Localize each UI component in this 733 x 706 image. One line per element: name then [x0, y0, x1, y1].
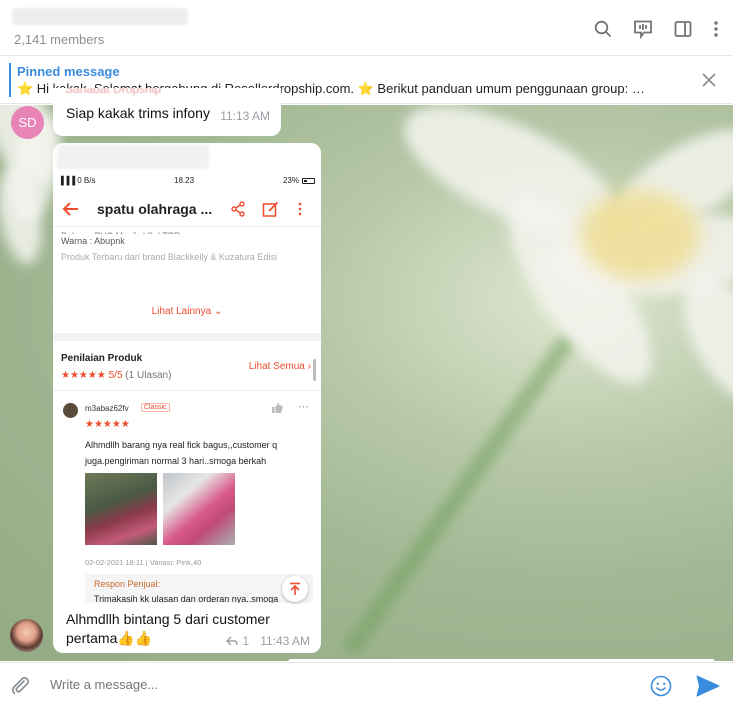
see-more-link: Lihat Lainnya ⌄ — [151, 306, 223, 317]
send-icon[interactable] — [696, 675, 720, 697]
message-composer — [0, 662, 733, 706]
rating-summary: ★★★★★ 5/5 (1 Ulasan) — [61, 370, 172, 381]
app-bar: spatu olahraga ... — [53, 191, 321, 227]
scroll-to-top-icon — [282, 576, 308, 602]
reviewer-badge: Classic — [141, 403, 170, 412]
section-divider — [53, 333, 321, 341]
sender-name-redacted[interactable] — [57, 145, 209, 169]
review-photo — [85, 473, 157, 545]
thumbs-up-icon — [272, 403, 283, 413]
star-icons: ★★★★★ — [61, 370, 106, 381]
reply-icon[interactable] — [225, 636, 238, 646]
member-count: 2,141 members — [14, 32, 105, 47]
edit-icon — [262, 201, 279, 217]
chat-header: 2,141 members — [0, 0, 733, 56]
review-stars: ★★★★★ — [85, 419, 130, 430]
pinned-title: Pinned message — [17, 64, 120, 79]
more-vertical-icon — [298, 202, 302, 216]
message-text: Siap kakak trims infony — [66, 105, 210, 121]
attached-screenshot[interactable]: ▐▐▐ 0 B/s 18.23 23% spatu olahraga ... B… — [53, 171, 321, 603]
product-title: spatu olahraga ... — [97, 201, 213, 217]
avatar[interactable]: SD — [11, 106, 44, 139]
message-time: 11:43 AM — [260, 634, 310, 648]
message-meta: 1 11:43 AM — [225, 634, 310, 648]
review-date: 02-02-2021 18:11 | Variasi: Pink,40 — [85, 558, 202, 567]
chevron-right-icon: › — [307, 361, 311, 372]
message-time: 11:13 AM — [220, 109, 270, 123]
pinned-accent-bar — [9, 63, 11, 97]
more-horizontal-icon: ⋯ — [298, 401, 309, 413]
seller-response: Respon Penjual: Trimakasih kk ulasan dan… — [85, 574, 313, 603]
message-bubble[interactable]: ▐▐▐ 0 B/s 18.23 23% spatu olahraga ... B… — [53, 143, 321, 653]
chat-title-redacted[interactable] — [12, 8, 188, 25]
attach-icon[interactable] — [9, 674, 31, 696]
battery-icon — [302, 177, 315, 184]
phone-status-bar: ▐▐▐ 0 B/s 18.23 23% — [53, 171, 321, 191]
reviewer-name: m3abaz62fv — [85, 404, 129, 413]
review-photo — [163, 473, 235, 545]
product-description: Bahan : PVC Masih / Sol TPR Warna : Abup… — [61, 231, 277, 262]
voice-chat-icon[interactable] — [629, 16, 657, 42]
sender-name[interactable]: Sahabat Dropship — [65, 88, 205, 102]
header-actions — [589, 16, 723, 42]
search-icon[interactable] — [589, 16, 617, 42]
chevron-down-icon: ⌄ — [213, 306, 223, 317]
emoji-icon[interactable] — [650, 675, 672, 697]
see-all-link: Lihat Semua › — [248, 361, 311, 372]
more-vertical-icon[interactable] — [709, 16, 723, 42]
share-icon — [231, 201, 245, 217]
divider — [53, 390, 321, 391]
reply-count[interactable]: 1 — [243, 634, 250, 648]
message-input[interactable] — [50, 677, 610, 692]
scrollbar — [313, 359, 316, 381]
rating-section-title: Penilaian Produk — [61, 353, 143, 364]
sidebar-toggle-icon[interactable] — [669, 16, 697, 42]
reviewer-avatar — [63, 403, 78, 418]
avatar[interactable] — [10, 619, 43, 652]
message-bubble[interactable]: Sahabat Dropship Siap kakak trims infony… — [53, 88, 281, 136]
back-arrow-icon — [62, 202, 78, 216]
close-icon[interactable] — [701, 72, 717, 88]
review-text: Alhmdllh barang nya real fick bagus,,cus… — [85, 440, 278, 466]
